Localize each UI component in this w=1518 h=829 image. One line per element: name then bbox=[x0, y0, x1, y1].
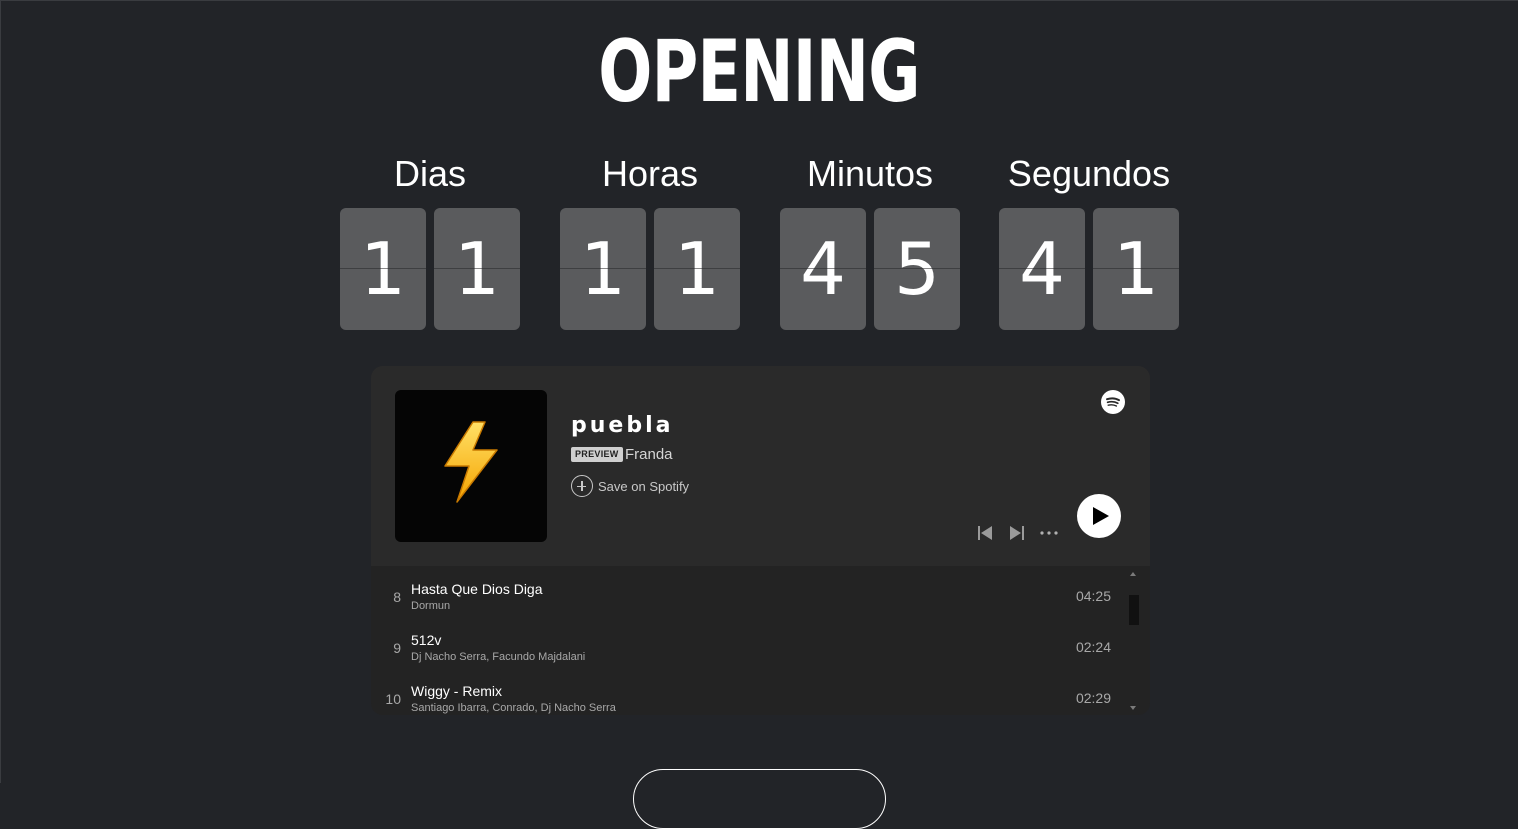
save-label: Save on Spotify bbox=[598, 478, 690, 494]
track-row-title: Wiggy - Remix bbox=[411, 683, 503, 699]
countdown-minutes: Minutos 4 5 bbox=[780, 150, 960, 330]
track-duration: 02:29 bbox=[1075, 690, 1111, 706]
minutes-digit-tens: 4 bbox=[780, 208, 866, 330]
track-row[interactable]: 9 512v Dj Nacho Serra, Facundo Majdalani… bbox=[371, 623, 1131, 674]
track-number: 9 bbox=[393, 640, 401, 656]
seconds-digit-ones: 1 bbox=[1093, 208, 1179, 330]
minutes-label: Minutos bbox=[806, 153, 934, 194]
track-title[interactable]: puebla bbox=[571, 412, 673, 440]
hours-digit-tens: 1 bbox=[560, 208, 646, 330]
seconds-label: Segundos bbox=[1007, 153, 1171, 194]
artist-name[interactable]: Franda bbox=[625, 445, 673, 465]
countdown-hours: Horas 1 1 bbox=[560, 150, 740, 330]
countdown-days: Dias 1 1 bbox=[340, 150, 520, 330]
scroll-down-arrow-icon[interactable] bbox=[1130, 706, 1136, 710]
next-track-icon[interactable] bbox=[1009, 525, 1025, 541]
lightning-bolt-icon bbox=[444, 421, 498, 503]
add-circle-icon bbox=[571, 475, 593, 497]
hours-digit-ones: 1 bbox=[654, 208, 740, 330]
countdown-timer: Dias 1 1 Horas 1 1 Minutos 4 5 Segundos … bbox=[340, 150, 1180, 330]
track-row-title: 512v bbox=[411, 632, 442, 648]
scrollbar-thumb[interactable] bbox=[1129, 595, 1139, 625]
player-header: puebla PREVIEW Franda Save on Spotify bbox=[371, 366, 1150, 566]
page-title: OPENING bbox=[598, 22, 920, 122]
days-digit-tens: 1 bbox=[340, 208, 426, 330]
track-row-artist: Santiago Ibarra, Conrado, Dj Nacho Serra bbox=[411, 702, 616, 714]
track-number: 8 bbox=[393, 589, 401, 605]
countdown-seconds: Segundos 4 1 bbox=[999, 150, 1179, 330]
track-row-artist: Dj Nacho Serra, Facundo Majdalani bbox=[411, 651, 586, 663]
track-row-artist: Dormun bbox=[411, 600, 451, 612]
track-number: 10 bbox=[385, 691, 401, 707]
minutes-digit-ones: 5 bbox=[874, 208, 960, 330]
more-options-icon[interactable] bbox=[1039, 525, 1059, 541]
track-row-title: Hasta Que Dios Diga bbox=[411, 581, 543, 597]
spotify-logo-icon[interactable] bbox=[1101, 390, 1125, 414]
track-row[interactable]: 8 Hasta Que Dios Diga Dormun 04:25 bbox=[371, 572, 1131, 623]
seconds-digit-tens: 4 bbox=[999, 208, 1085, 330]
previous-track-icon[interactable] bbox=[977, 525, 993, 541]
tracklist-scrollbar[interactable] bbox=[1127, 566, 1141, 715]
play-icon bbox=[1093, 507, 1109, 525]
save-on-spotify-button[interactable]: Save on Spotify bbox=[571, 474, 689, 498]
scroll-up-arrow-icon[interactable] bbox=[1130, 572, 1136, 576]
track-row[interactable]: 10 Wiggy - Remix Santiago Ibarra, Conrad… bbox=[371, 674, 1131, 715]
hours-label: Horas bbox=[601, 153, 699, 194]
play-button[interactable] bbox=[1077, 494, 1121, 538]
outlined-button[interactable] bbox=[633, 769, 886, 829]
album-cover[interactable] bbox=[395, 390, 547, 542]
spotify-embed-player: puebla PREVIEW Franda Save on Spotify 8 … bbox=[371, 366, 1150, 715]
days-digit-ones: 1 bbox=[434, 208, 520, 330]
days-label: Dias bbox=[393, 153, 467, 194]
track-duration: 04:25 bbox=[1075, 588, 1111, 604]
preview-badge: PREVIEW bbox=[571, 447, 623, 462]
track-duration: 02:24 bbox=[1075, 639, 1111, 655]
tracklist: 8 Hasta Que Dios Diga Dormun 04:25 9 512… bbox=[371, 566, 1150, 715]
